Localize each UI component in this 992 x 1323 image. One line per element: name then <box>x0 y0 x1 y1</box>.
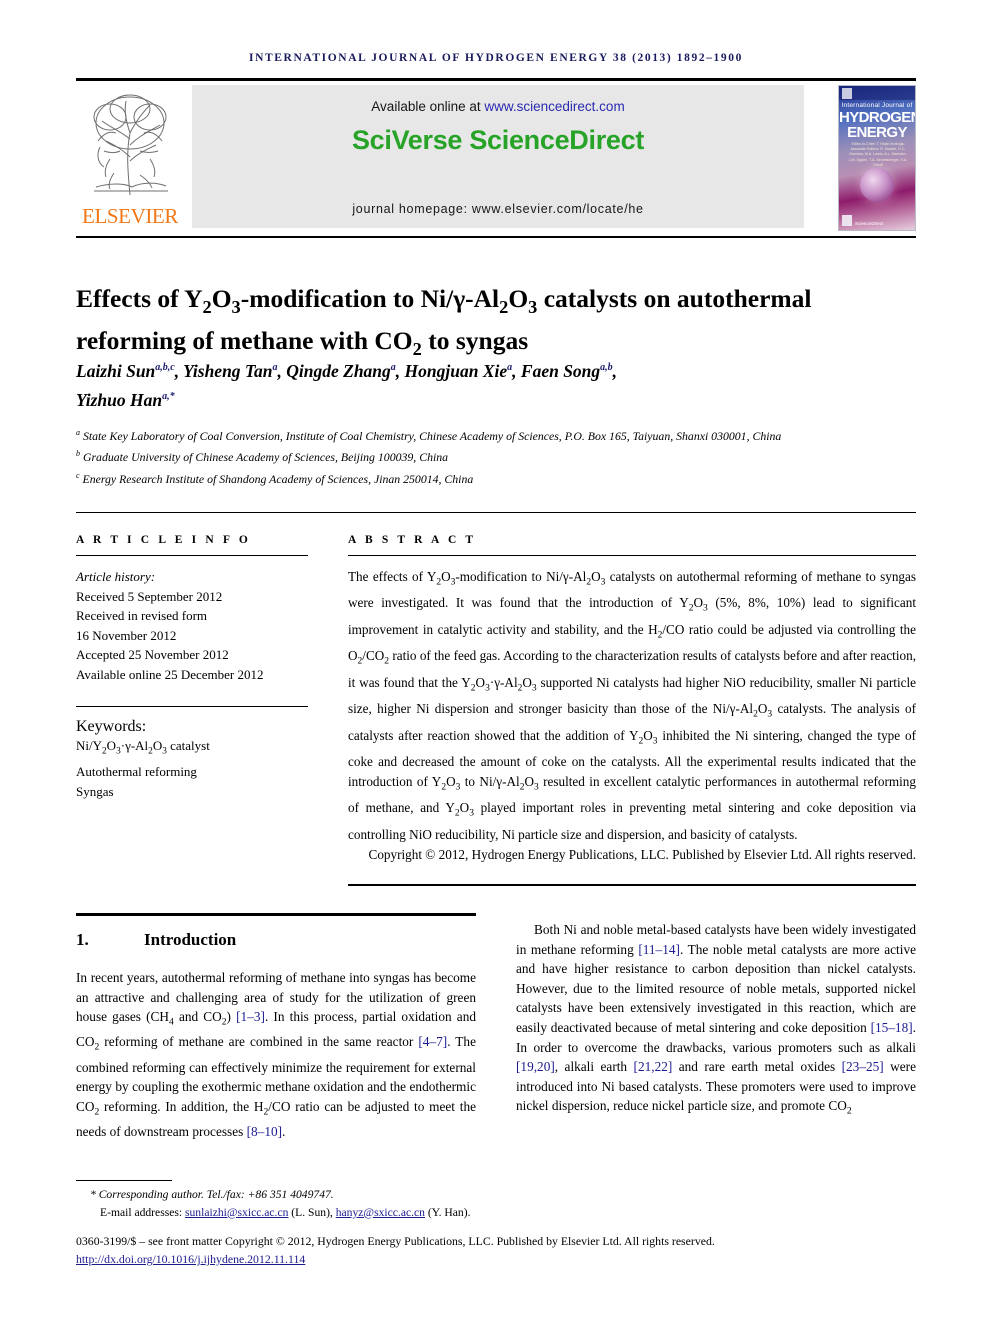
cover-editors-text: Editor-in-Chief: T. Nejat Veziroglu Asso… <box>848 142 908 167</box>
email-owner-sun: (L. Sun), <box>288 1205 336 1219</box>
cover-journal-kicker: International Journal of <box>841 102 913 109</box>
abstract-column: A B S T R A C T The effects of Y2O3-modi… <box>348 534 916 864</box>
article-history-block: Article history: Received 5 September 20… <box>76 567 308 684</box>
body-section-rule <box>76 913 476 916</box>
citation-ref[interactable]: [8–10] <box>247 1124 282 1139</box>
cover-sciencedirect-mark: ScienceDirect <box>855 221 884 226</box>
article-history-label: Article history: <box>76 569 156 584</box>
footnote-rule <box>76 1180 172 1181</box>
cover-bottom-mark-icon <box>842 215 852 226</box>
article-info-divider <box>76 555 308 556</box>
email-addresses-note: E-mail addresses: sunlaizhi@sxicc.ac.cn … <box>76 1204 916 1222</box>
keyword-item: Autothermal reforming <box>76 764 197 780</box>
abstract-body: The effects of Y2O3-modification to Ni/γ… <box>348 569 917 842</box>
citation-ref[interactable]: [11–14] <box>638 942 680 957</box>
affiliation-item: a State Key Laboratory of Coal Conversio… <box>76 428 782 443</box>
affiliation-list: a State Key Laboratory of Coal Conversio… <box>76 424 896 488</box>
author-list: Laizhi Suna,b,c, Yisheng Tana, Qingde Zh… <box>76 360 618 410</box>
body-column-left: 1. Introduction In recent years, autother… <box>76 920 476 1142</box>
section-title: Introduction <box>144 930 237 949</box>
article-info-heading: A R T I C L E I N F O <box>76 534 251 546</box>
citation-ref[interactable]: [21,22] <box>634 1059 673 1074</box>
intro-paragraph-left: In recent years, autothermal reforming o… <box>76 970 476 1140</box>
article-info-column: A R T I C L E I N F O Article history: R… <box>76 534 308 801</box>
citation-ref[interactable]: [1–3] <box>236 1009 265 1024</box>
keywords-label: Keywords: <box>76 718 147 735</box>
abstract-copyright: Copyright © 2012, Hydrogen Energy Public… <box>368 846 916 862</box>
page-title: Effects of Y2O3-modification to Ni/γ-Al2… <box>76 284 812 360</box>
header-rule <box>76 78 916 81</box>
running-head: International Journal of Hydrogen Energy… <box>249 52 743 64</box>
issn-copyright-line: 0360-3199/$ – see front matter Copyright… <box>76 1234 715 1248</box>
article-history-item: Received 5 September 2012 <box>76 588 223 604</box>
affiliation-item: c Energy Research Institute of Shandong … <box>76 470 474 486</box>
keywords-block: Keywords: Ni/Y2O3·γ-Al2O3 catalyst Autot… <box>76 718 308 801</box>
affiliation-item: b Graduate University of Chinese Academy… <box>76 449 449 465</box>
abstract-divider <box>348 555 916 556</box>
email-link-sun[interactable]: sunlaizhi@sxicc.ac.cn <box>185 1206 288 1219</box>
email-label: E-mail addresses: <box>100 1205 185 1219</box>
email-link-han[interactable]: hanyz@sxicc.ac.cn <box>336 1206 425 1219</box>
article-history-item: 16 November 2012 <box>76 627 177 643</box>
masthead: ELSEVIER Available online at www.science… <box>76 85 916 231</box>
masthead-bottom-rule <box>76 236 916 238</box>
corresponding-author-note: * Corresponding author. Tel./fax: +86 35… <box>90 1188 334 1201</box>
cover-title-energy: ENERGY <box>847 124 907 141</box>
cover-sphere-graphic <box>860 168 894 202</box>
keyword-item: Ni/Y2O3·γ-Al2O3 catalyst <box>76 738 210 757</box>
paper-page: International Journal of Hydrogen Energy… <box>0 0 992 1323</box>
doi-link[interactable]: http://dx.doi.org/10.1016/j.ijhydene.201… <box>76 1252 305 1266</box>
sciencedirect-band: Available online at www.sciencedirect.co… <box>192 85 804 228</box>
author-entry: Qingde Zhanga <box>286 360 396 381</box>
author-entry: Laizhi Suna,b,c <box>76 360 175 381</box>
article-history-item: Received in revised form <box>76 608 208 623</box>
info-panel-top-rule <box>76 512 916 513</box>
sciencedirect-url-link[interactable]: www.sciencedirect.com <box>484 99 624 114</box>
author-entry: Faen Songa,b <box>520 360 613 381</box>
article-history-item: Accepted 25 November 2012 <box>76 647 229 662</box>
cover-publisher-mark-icon <box>842 88 852 99</box>
citation-ref[interactable]: [15–18] <box>871 1020 913 1035</box>
author-entry: Yisheng Tana <box>183 360 278 381</box>
abstract-heading: A B S T R A C T <box>348 534 477 546</box>
elsevier-tree-icon <box>93 94 168 196</box>
keywords-divider <box>76 706 308 707</box>
keyword-item: Syngas <box>76 783 114 799</box>
journal-cover-thumbnail[interactable]: International Journal of HYDROGEN ENERGY… <box>838 85 916 231</box>
footnote-block: * Corresponding author. Tel./fax: +86 35… <box>76 1186 916 1221</box>
article-history-item: Available online 25 December 2012 <box>76 666 264 682</box>
citation-ref[interactable]: [23–25] <box>842 1059 884 1074</box>
section-heading: 1. Introduction <box>76 930 476 950</box>
abstract-bottom-rule <box>348 884 916 886</box>
citation-ref[interactable]: [4–7] <box>418 1034 447 1049</box>
section-number: 1. <box>76 930 89 949</box>
issn-block: 0360-3199/$ – see front matter Copyright… <box>76 1232 916 1268</box>
author-entry: Hongjuan Xiea <box>404 360 513 381</box>
intro-paragraph-right: Both Ni and noble metal-based catalysts … <box>516 922 916 1117</box>
body-column-right: Both Ni and noble metal-based catalysts … <box>516 920 916 1122</box>
citation-ref[interactable]: [19,20] <box>516 1059 555 1074</box>
author-entry: Yizhuo Hana,* <box>76 389 175 410</box>
elsevier-wordmark: ELSEVIER <box>82 204 178 228</box>
available-online-line: Available online at www.sciencedirect.co… <box>192 99 804 114</box>
available-online-prefix: Available online at <box>371 99 485 114</box>
journal-homepage-line[interactable]: journal homepage: www.elsevier.com/locat… <box>192 202 804 216</box>
sciverse-sciencedirect-wordmark: SciVerse ScienceDirect <box>351 125 645 155</box>
elsevier-logo: ELSEVIER <box>76 85 184 231</box>
email-owner-han: (Y. Han). <box>424 1205 471 1219</box>
